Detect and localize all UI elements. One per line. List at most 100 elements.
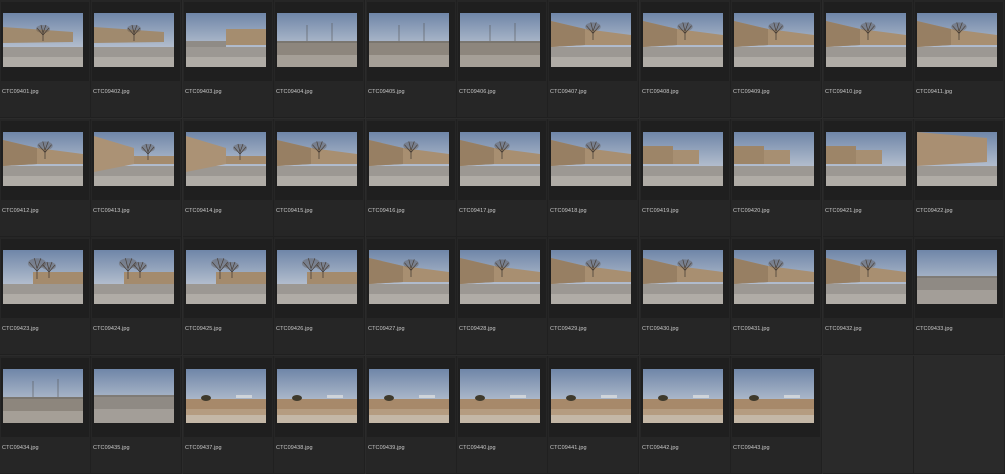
- photo-thumbnail[interactable]: [460, 369, 540, 423]
- filename-label: CTC09425.jpg: [185, 326, 222, 332]
- photo-thumbnail[interactable]: [369, 13, 449, 67]
- thumbnail-cell[interactable]: CTC09435.jpg: [91, 356, 182, 474]
- filename-label: CTC09415.jpg: [276, 208, 313, 214]
- thumbnail-frame: [92, 358, 180, 437]
- photo-thumbnail[interactable]: [186, 250, 266, 304]
- thumbnail-cell[interactable]: CTC09438.jpg: [274, 356, 365, 474]
- thumbnail-cell[interactable]: CTC09430.jpg: [640, 237, 731, 355]
- photo-thumbnail[interactable]: [3, 369, 83, 423]
- photo-thumbnail[interactable]: [94, 369, 174, 423]
- thumbnail-cell[interactable]: CTC09406.jpg: [457, 0, 548, 118]
- thumbnail-cell[interactable]: CTC09439.jpg: [366, 356, 457, 474]
- thumbnail-cell[interactable]: CTC09421.jpg: [823, 119, 914, 237]
- photo-thumbnail[interactable]: [917, 13, 997, 67]
- thumbnail-cell[interactable]: CTC09411.jpg: [914, 0, 1005, 118]
- photo-thumbnail[interactable]: [94, 13, 174, 67]
- thumbnail-cell[interactable]: CTC09401.jpg: [0, 0, 91, 118]
- thumbnail-frame: [915, 239, 1003, 318]
- photo-thumbnail[interactable]: [186, 369, 266, 423]
- thumbnail-cell[interactable]: CTC09427.jpg: [366, 237, 457, 355]
- thumbnail-frame: [732, 121, 820, 200]
- photo-thumbnail[interactable]: [3, 132, 83, 186]
- thumbnail-cell[interactable]: CTC09417.jpg: [457, 119, 548, 237]
- thumbnail-cell[interactable]: CTC09413.jpg: [91, 119, 182, 237]
- thumbnail-cell[interactable]: CTC09410.jpg: [823, 0, 914, 118]
- thumbnail-frame: [184, 121, 272, 200]
- photo-thumbnail[interactable]: [826, 132, 906, 186]
- empty-cell: [823, 356, 914, 474]
- thumbnail-cell[interactable]: CTC09409.jpg: [731, 0, 822, 118]
- photo-thumbnail[interactable]: [826, 250, 906, 304]
- photo-thumbnail[interactable]: [643, 132, 723, 186]
- thumbnail-cell[interactable]: CTC09405.jpg: [366, 0, 457, 118]
- thumbnail-cell[interactable]: CTC09408.jpg: [640, 0, 731, 118]
- thumbnail-cell[interactable]: CTC09443.jpg: [731, 356, 822, 474]
- photo-thumbnail[interactable]: [277, 13, 357, 67]
- photo-thumbnail[interactable]: [94, 132, 174, 186]
- filename-label: CTC09443.jpg: [733, 445, 770, 451]
- thumbnail-cell[interactable]: CTC09428.jpg: [457, 237, 548, 355]
- photo-thumbnail[interactable]: [186, 132, 266, 186]
- thumbnail-cell[interactable]: CTC09424.jpg: [91, 237, 182, 355]
- thumbnail-cell[interactable]: CTC09420.jpg: [731, 119, 822, 237]
- photo-thumbnail[interactable]: [643, 250, 723, 304]
- thumbnail-cell[interactable]: CTC09416.jpg: [366, 119, 457, 237]
- thumbnail-cell[interactable]: CTC09404.jpg: [274, 0, 365, 118]
- photo-thumbnail[interactable]: [643, 369, 723, 423]
- photo-thumbnail[interactable]: [460, 250, 540, 304]
- photo-thumbnail[interactable]: [186, 13, 266, 67]
- photo-thumbnail[interactable]: [277, 132, 357, 186]
- empty-cell: [914, 356, 1005, 474]
- thumbnail-cell[interactable]: CTC09415.jpg: [274, 119, 365, 237]
- thumbnail-cell[interactable]: CTC09440.jpg: [457, 356, 548, 474]
- thumbnail-cell[interactable]: CTC09433.jpg: [914, 237, 1005, 355]
- thumbnail-cell[interactable]: CTC09407.jpg: [548, 0, 639, 118]
- thumbnail-cell[interactable]: CTC09419.jpg: [640, 119, 731, 237]
- photo-thumbnail[interactable]: [3, 13, 83, 67]
- photo-thumbnail[interactable]: [94, 250, 174, 304]
- filename-label: CTC09422.jpg: [916, 208, 953, 214]
- photo-thumbnail[interactable]: [277, 250, 357, 304]
- photo-thumbnail[interactable]: [551, 13, 631, 67]
- thumbnail-cell[interactable]: CTC09431.jpg: [731, 237, 822, 355]
- thumbnail-cell[interactable]: CTC09412.jpg: [0, 119, 91, 237]
- filename-label: CTC09439.jpg: [368, 445, 405, 451]
- filename-label: CTC09424.jpg: [93, 326, 130, 332]
- photo-thumbnail[interactable]: [460, 13, 540, 67]
- thumbnail-cell[interactable]: CTC09418.jpg: [548, 119, 639, 237]
- photo-thumbnail[interactable]: [3, 250, 83, 304]
- photo-thumbnail[interactable]: [734, 369, 814, 423]
- thumbnail-frame: [458, 358, 546, 437]
- thumbnail-frame: [732, 2, 820, 81]
- photo-thumbnail[interactable]: [460, 132, 540, 186]
- thumbnail-cell[interactable]: CTC09414.jpg: [183, 119, 274, 237]
- photo-thumbnail[interactable]: [826, 13, 906, 67]
- photo-thumbnail[interactable]: [369, 250, 449, 304]
- photo-thumbnail[interactable]: [369, 369, 449, 423]
- photo-thumbnail[interactable]: [734, 132, 814, 186]
- photo-thumbnail[interactable]: [917, 250, 997, 304]
- photo-thumbnail[interactable]: [551, 250, 631, 304]
- thumbnail-cell[interactable]: CTC09429.jpg: [548, 237, 639, 355]
- thumbnail-frame: [641, 239, 729, 318]
- thumbnail-cell[interactable]: CTC09402.jpg: [91, 0, 182, 118]
- filename-label: CTC09426.jpg: [276, 326, 313, 332]
- thumbnail-cell[interactable]: CTC09432.jpg: [823, 237, 914, 355]
- thumbnail-cell[interactable]: CTC09426.jpg: [274, 237, 365, 355]
- photo-thumbnail[interactable]: [734, 250, 814, 304]
- photo-thumbnail[interactable]: [277, 369, 357, 423]
- photo-thumbnail[interactable]: [917, 132, 997, 186]
- photo-thumbnail[interactable]: [369, 132, 449, 186]
- thumbnail-cell[interactable]: CTC09434.jpg: [0, 356, 91, 474]
- photo-thumbnail[interactable]: [551, 369, 631, 423]
- photo-thumbnail[interactable]: [643, 13, 723, 67]
- photo-thumbnail[interactable]: [551, 132, 631, 186]
- thumbnail-cell[interactable]: CTC09423.jpg: [0, 237, 91, 355]
- thumbnail-cell[interactable]: CTC09437.jpg: [183, 356, 274, 474]
- photo-thumbnail[interactable]: [734, 13, 814, 67]
- thumbnail-cell[interactable]: CTC09422.jpg: [914, 119, 1005, 237]
- thumbnail-cell[interactable]: CTC09441.jpg: [548, 356, 639, 474]
- thumbnail-cell[interactable]: CTC09442.jpg: [640, 356, 731, 474]
- thumbnail-cell[interactable]: CTC09425.jpg: [183, 237, 274, 355]
- thumbnail-cell[interactable]: CTC09403.jpg: [183, 0, 274, 118]
